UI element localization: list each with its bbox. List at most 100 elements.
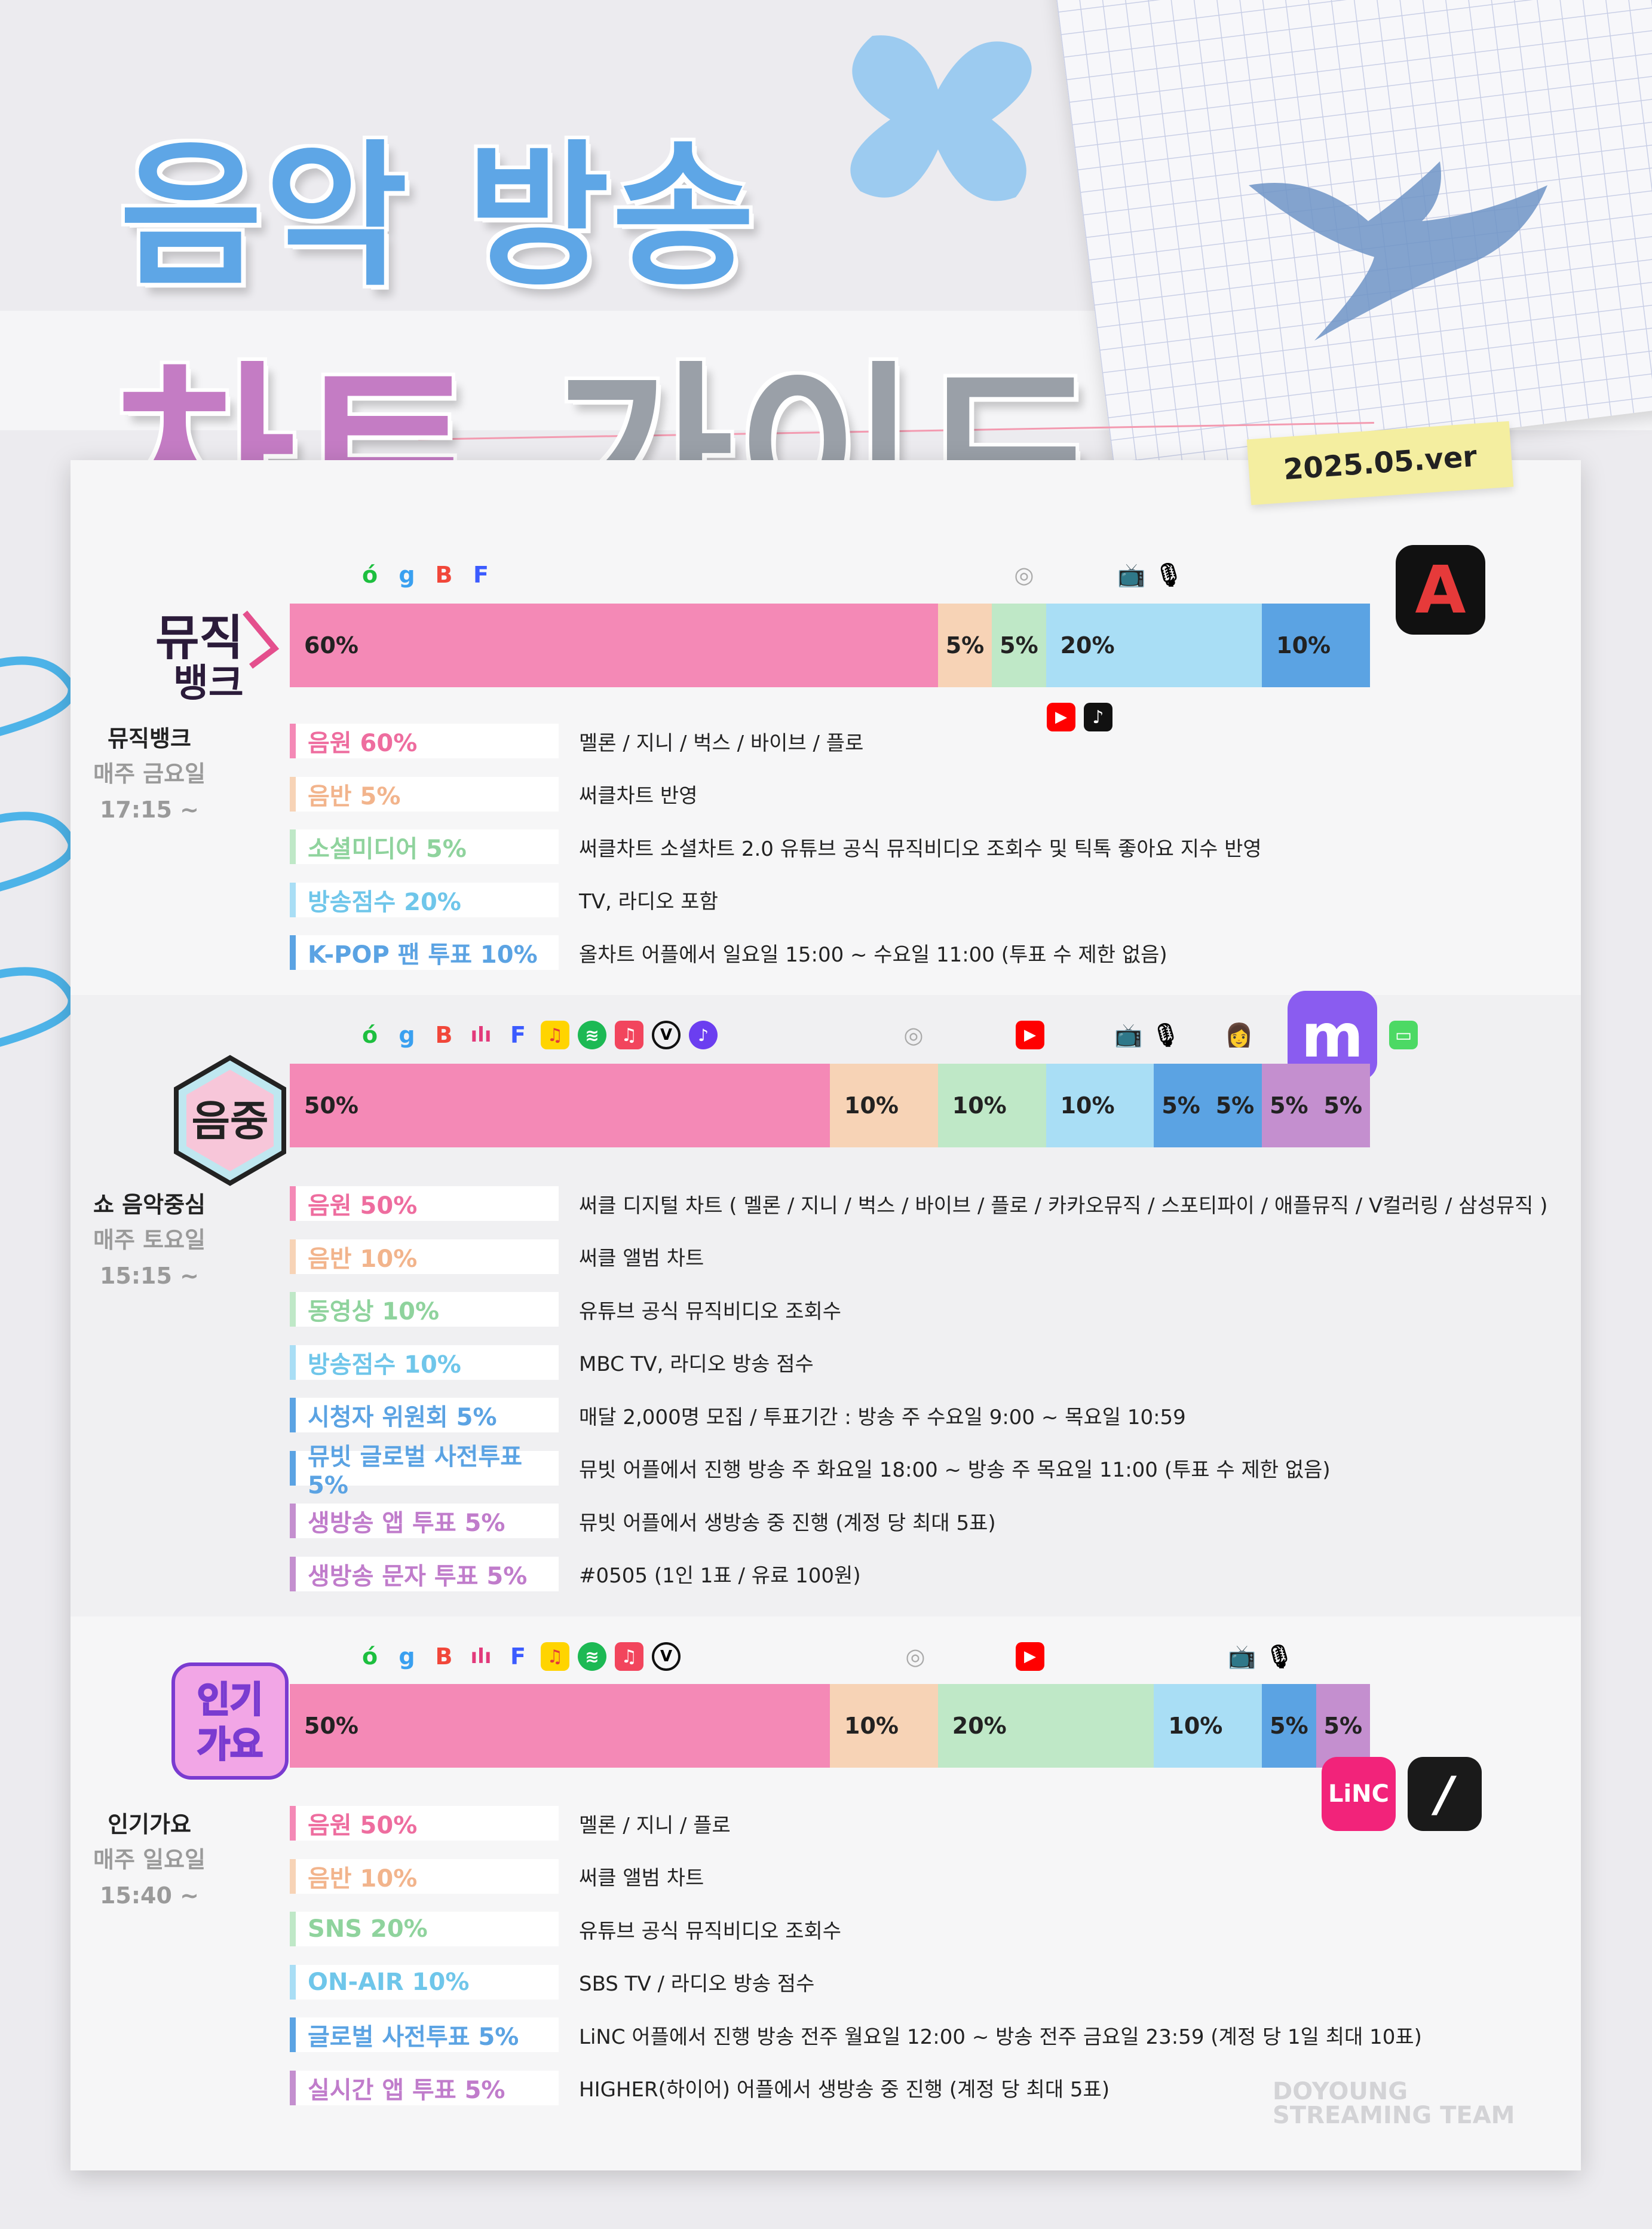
bar-segment: 50%	[290, 1684, 830, 1768]
criteria-description: 유튜브 공식 뮤직비디오 조회수	[579, 1299, 842, 1324]
svg-text:뮤직: 뮤직	[155, 610, 243, 666]
criteria-description: 멜론 / 지니 / 벅스 / 바이브 / 플로	[579, 731, 864, 755]
kakao-music-icon: ♫	[541, 1642, 569, 1671]
criteria-description: 유튜브 공식 뮤직비디오 조회수	[579, 1919, 842, 1943]
apple-music-icon: ♫	[615, 1642, 643, 1671]
criteria-label: 방송점수 10%	[290, 1345, 559, 1380]
youtube-icon: ▶	[1016, 1021, 1044, 1049]
apple-music-icon: ♫	[615, 1021, 643, 1049]
criteria-label: 음원 60%	[290, 724, 559, 758]
title-top: 음악 방송	[119, 127, 758, 307]
svg-text:인기: 인기	[197, 1679, 263, 1721]
microphone-icon: 🎙	[1151, 1021, 1181, 1048]
criteria-description: #0505 (1인 1표 / 유료 100원)	[579, 1564, 861, 1588]
bar-segment: 5%	[1262, 1684, 1316, 1768]
criteria-description: 뮤빗 어플에서 진행 방송 주 화요일 18:00 ~ 방송 주 목요일 11:…	[579, 1458, 1331, 1482]
bar-segment: 5%	[1154, 1064, 1208, 1147]
spotify-icon: ≋	[578, 1642, 606, 1671]
criteria-description: 뮤빗 어플에서 생방송 중 진행 (계정 당 최대 5표)	[579, 1511, 996, 1535]
criteria-row: K-POP 팬 투표 10% 올차트 어플에서 일요일 15:00 ~ 수요일 1…	[290, 935, 1167, 970]
criteria-row: SNS 20% 유튜브 공식 뮤직비디오 조회수	[290, 1912, 841, 1946]
youtube-icon: ▶	[1047, 703, 1075, 731]
criteria-row: 방송점수 10% MBC TV, 라디오 방송 점수	[290, 1345, 814, 1380]
musiccore-bar: 50% 10% 10% 10% 5% 5% 5% 5%	[290, 1064, 1370, 1147]
criteria-description: 써클 디지털 차트 ( 멜론 / 지니 / 벅스 / 바이브 / 플로 / 카카…	[579, 1193, 1548, 1218]
musicbank-album-icon-row: ◎	[1010, 557, 1038, 593]
genie-icon: g	[399, 1643, 415, 1670]
criteria-description: 써클 앨범 차트	[579, 1866, 704, 1890]
criteria-row: 글로벌 사전투표 5% LiNC 어플에서 진행 방송 전주 월요일 12:00 …	[290, 2017, 1422, 2052]
show-name-inkigayo: 인기가요	[108, 1811, 191, 1838]
criteria-label: 동영상 10%	[290, 1292, 559, 1327]
melon-icon: ó	[361, 1022, 378, 1048]
criteria-label: 실시간 앱 투표 5%	[290, 2070, 559, 2105]
criteria-description: 매달 2,000명 모집 / 투표기간 : 방송 주 수요일 9:00 ~ 목요…	[579, 1405, 1186, 1429]
vcoloring-icon: V	[652, 1642, 681, 1671]
bar-segment: 10%	[1154, 1684, 1262, 1768]
melon-icon: ó	[361, 1643, 378, 1670]
bar-segment: 5%	[992, 604, 1046, 687]
criteria-description: LiNC 어플에서 진행 방송 전주 월요일 12:00 ~ 방송 전주 금요일…	[579, 2025, 1422, 2049]
criteria-row: 음원 50% 멜론 / 지니 / 플로	[290, 1806, 731, 1841]
bar-segment: 20%	[937, 1684, 1154, 1768]
vibe-icon: ılı	[470, 1023, 492, 1047]
musicbank-social-icons: ▶ ♪	[1047, 699, 1112, 735]
musicbank-bar: 60% 5% 5% 20% 10%	[290, 604, 1370, 687]
criteria-label: 생방송 문자 투표 5%	[290, 1556, 559, 1591]
blue-x-sticker	[850, 35, 1032, 201]
kakao-music-icon: ♫	[541, 1021, 569, 1049]
criteria-row: 음반 10% 써클 앨범 차트	[290, 1858, 704, 1894]
bird-icon	[1249, 161, 1547, 341]
bar-segment: 10%	[830, 1064, 938, 1147]
microphone-icon: 🎙	[1264, 1643, 1294, 1670]
musiccore-broadcast-icons: 📺 🎙	[1114, 1017, 1180, 1053]
criteria-row: 방송점수 20% TV, 라디오 포함	[290, 882, 718, 917]
musiccore-audio-icons: ó g B ılı F ♫ ≋ ♫ V ♪	[355, 1017, 718, 1053]
inkigayo-audio-icons: ó g B ılı F ♫ ≋ ♫ V	[355, 1639, 681, 1674]
musicbank-audio-icons: ó g B F	[355, 557, 495, 593]
bugs-icon: B	[435, 562, 453, 588]
higher-app-icon: /	[1408, 1757, 1482, 1831]
watermark-line2: STREAMING TEAM	[1273, 2102, 1515, 2129]
samsung-music-icon: ♪	[689, 1021, 718, 1049]
criteria-row: 생방송 앱 투표 5% 뮤빗 어플에서 생방송 중 진행 (계정 당 최대 5표)	[290, 1504, 996, 1538]
criteria-row: 뮤빗 글로벌 사전투표 5% 뮤빗 어플에서 진행 방송 주 화요일 18:00 …	[290, 1443, 1331, 1499]
show-time-musicbank: 17:15 ~	[99, 797, 200, 823]
tiktok-icon: ♪	[1084, 703, 1112, 731]
inkigayo-logo: 인기 가요	[171, 1662, 289, 1780]
svg-text:가요: 가요	[197, 1724, 263, 1766]
vcoloring-icon: V	[652, 1021, 681, 1049]
criteria-label: 시청자 위원회 5%	[290, 1398, 559, 1432]
tv-icon: 📺	[1114, 1021, 1143, 1048]
criteria-row: 음반 10% 써클 앨범 차트	[290, 1239, 704, 1274]
melon-icon: ó	[361, 562, 378, 588]
watermark-line1: DOYOUNG	[1273, 2078, 1408, 2105]
cd-icon: ◎	[903, 1022, 924, 1048]
criteria-row: 생방송 문자 투표 5% #0505 (1인 1표 / 유료 100원)	[290, 1556, 861, 1591]
musiccore-video-icon-row: ▶	[1016, 1017, 1044, 1053]
criteria-row: 음원 50% 써클 디지털 차트 ( 멜론 / 지니 / 벅스 / 바이브 / 플…	[290, 1186, 1547, 1221]
criteria-description: 써클차트 반영	[579, 784, 698, 808]
musiccore-viewer-icon-row: 👩	[1225, 1017, 1253, 1053]
bar-segment: 5%	[1207, 1064, 1262, 1147]
criteria-label: 글로벌 사전투표 5%	[290, 2017, 559, 2052]
bar-segment: 5%	[1316, 1064, 1370, 1147]
watermark: DOYOUNG STREAMING TEAM	[1273, 2080, 1515, 2127]
criteria-label: 음반 10%	[290, 1858, 559, 1894]
spotify-icon: ≋	[578, 1021, 606, 1049]
flo-icon: F	[510, 1022, 526, 1048]
inkigayo-album-icon-row: ◎	[901, 1639, 930, 1674]
microphone-icon: 🎙	[1154, 561, 1184, 588]
criteria-description: SBS TV / 라디오 방송 점수	[579, 1972, 815, 1996]
criteria-label: 뮤빗 글로벌 사전투표 5%	[290, 1443, 559, 1499]
bar-segment: 5%	[937, 604, 992, 687]
criteria-description: 써클 앨범 차트	[579, 1247, 704, 1270]
criteria-row: 시청자 위원회 5% 매달 2,000명 모집 / 투표기간 : 방송 주 수요일…	[290, 1398, 1186, 1432]
viewer-committee-icon: 👩	[1225, 1021, 1253, 1048]
bugs-icon: B	[435, 1643, 453, 1670]
vibe-icon: ılı	[470, 1645, 492, 1668]
musicbank-logo: 뮤직 뱅크	[155, 610, 280, 706]
criteria-description: HIGHER(하이어) 어플에서 생방송 중 진행 (계정 당 최대 5표)	[579, 2078, 1110, 2102]
flo-icon: F	[473, 562, 489, 588]
tv-icon: 📺	[1117, 561, 1146, 588]
